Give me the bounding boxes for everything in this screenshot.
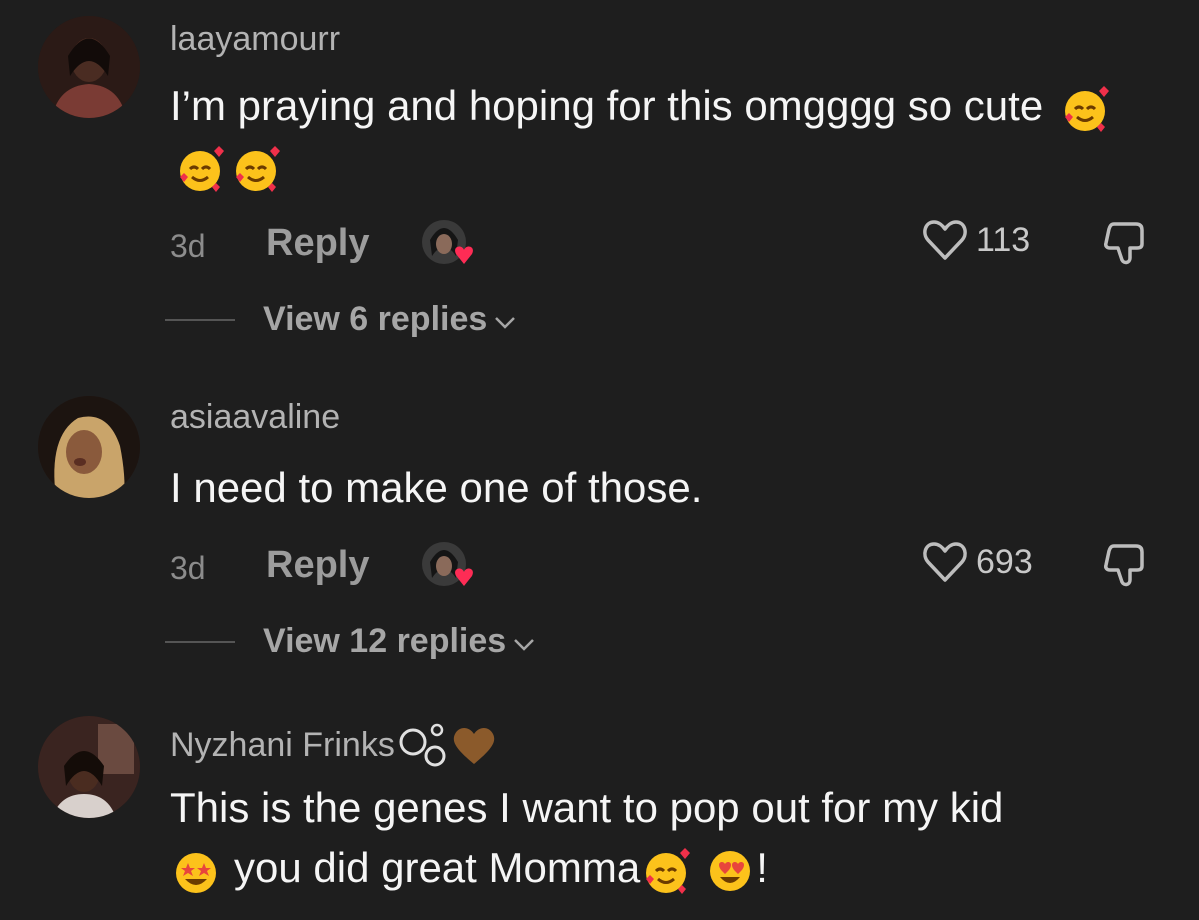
avatar[interactable] — [38, 396, 140, 498]
comment-text: This is the genes I want to pop out for … — [170, 778, 1150, 898]
heart-eyes-icon — [710, 850, 751, 891]
avatar[interactable] — [38, 716, 140, 818]
reply-button[interactable]: Reply — [266, 222, 369, 265]
view-replies-button[interactable]: View 6 replies — [165, 300, 517, 339]
comment-age: 3d — [170, 550, 206, 586]
comment-text-line: This is the genes I want to pop out for … — [170, 784, 1004, 831]
heart-outline-icon — [923, 220, 967, 260]
star-struck-icon — [176, 852, 216, 893]
avatar[interactable] — [38, 16, 140, 118]
smiling-face-with-hearts-icon — [1064, 85, 1109, 132]
divider — [165, 640, 235, 643]
comment-actions: 3d Reply 113 — [170, 216, 1160, 276]
comment-text-line: you did great Momma ! — [170, 838, 1150, 898]
dislike-icon[interactable] — [1100, 540, 1150, 590]
comment-text-body: you did great Momma — [234, 844, 641, 891]
chevron-down-icon — [514, 638, 535, 651]
view-replies-label: View 6 replies — [263, 300, 488, 338]
heart-outline-icon — [923, 542, 967, 582]
creator-liked-icon — [422, 542, 473, 586]
username-text[interactable]: laayamourr — [170, 20, 340, 59]
divider — [165, 318, 235, 321]
comment-text-body: ! — [756, 844, 768, 891]
like-count: 113 — [976, 220, 1031, 259]
comment-username[interactable]: asiaavaline — [170, 398, 340, 437]
like-button[interactable]: 693 — [922, 540, 1033, 584]
username-text[interactable]: Nyzhani Frinks — [170, 726, 395, 765]
dislike-icon[interactable] — [1100, 218, 1150, 268]
view-replies-button[interactable]: View 12 replies — [165, 622, 536, 661]
username-text[interactable]: asiaavaline — [170, 398, 340, 437]
reply-button[interactable]: Reply — [266, 544, 369, 587]
comment-text-body: I’m praying and hoping for this omgggg s… — [170, 82, 1044, 129]
comment-text: I need to make one of those. — [170, 458, 1150, 518]
smiling-face-with-hearts-icon — [180, 145, 224, 192]
view-replies-label: View 12 replies — [263, 622, 507, 660]
brown-heart-icon — [453, 728, 495, 764]
bubbles-icon — [399, 723, 446, 767]
comment-age: 3d — [170, 228, 206, 264]
chevron-down-icon — [495, 316, 516, 329]
smiling-face-with-hearts-icon — [646, 847, 691, 894]
like-button[interactable]: 113 — [922, 218, 1030, 262]
comment-text-body: I need to make one of those. — [170, 464, 703, 511]
like-count: 693 — [976, 542, 1033, 581]
comment-actions: 3d Reply 693 — [170, 538, 1160, 598]
comment-username[interactable]: Nyzhani Frinks — [170, 722, 497, 768]
comment-username[interactable]: laayamourr — [170, 20, 340, 59]
comment-text: I’m praying and hoping for this omgggg s… — [170, 76, 1150, 196]
creator-liked-icon — [422, 220, 473, 264]
comments-list: laayamourr I’m praying and hoping for th… — [0, 0, 1199, 920]
smiling-face-with-hearts-icon — [236, 145, 280, 192]
